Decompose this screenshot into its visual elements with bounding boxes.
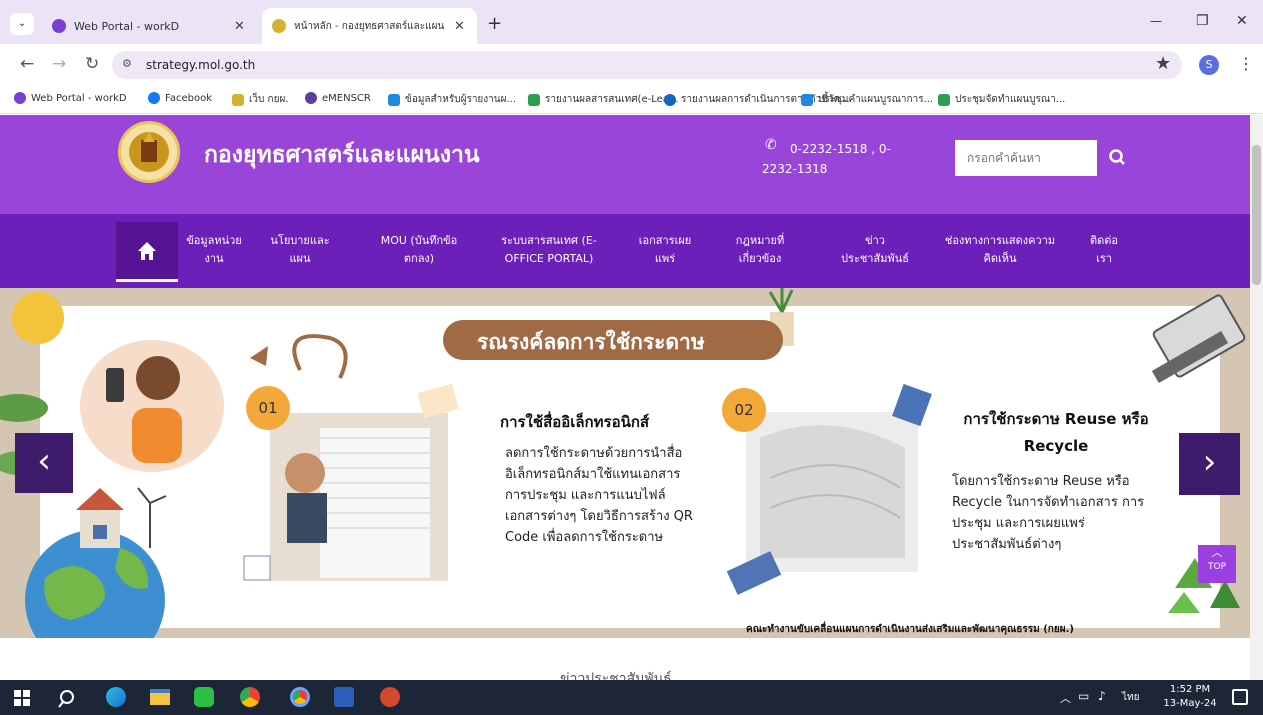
line-app-icon[interactable]: [194, 687, 214, 707]
home-button[interactable]: [116, 222, 178, 282]
bookmark-star-icon[interactable]: ★: [1155, 53, 1171, 74]
nav-item-laws[interactable]: กฎหมายที่ เกี่ยวข้อง: [722, 232, 798, 268]
bookmark-item[interactable]: Web Portal - workD: [14, 92, 127, 104]
slider-prev-button[interactable]: ‹: [15, 433, 73, 493]
phone-numbers: 0-2232-1518 , 0-2232-1318: [762, 142, 891, 176]
sheets-icon: [938, 93, 950, 106]
close-tab-icon[interactable]: ✕: [454, 19, 465, 34]
forward-arrow-icon[interactable]: →: [52, 54, 66, 74]
windows-taskbar: ︿ ▭ ♪ ไทย 1:52 PM 13-May-24: [0, 680, 1263, 715]
chrome-icon[interactable]: [240, 687, 260, 707]
browser-tab-strip: ⌄ Web Portal - workD ✕ หน้าหลัก - กองยุท…: [0, 0, 1263, 44]
volume-icon[interactable]: ♪: [1098, 689, 1106, 703]
lightbulb-icon: [12, 292, 64, 344]
search-icon: [1109, 149, 1125, 165]
windows-start-icon[interactable]: [14, 690, 30, 706]
curved-arrow-icon: [292, 334, 348, 379]
nav-item-news[interactable]: ข่าว ประชาสัมพันธ์: [828, 232, 922, 268]
emenscr-icon: [305, 92, 317, 104]
slider-next-button[interactable]: ›: [1179, 433, 1240, 495]
clock-time: 1:52 PM: [1169, 684, 1211, 695]
powerpoint-icon[interactable]: [380, 687, 400, 707]
item-description: โดยการใช้กระดาษ Reuse หรือ Recycle ในการ…: [952, 474, 1145, 552]
note-icon: [417, 383, 459, 419]
item-number-badge: 01: [246, 386, 290, 430]
input-language[interactable]: ไทย: [1122, 690, 1139, 705]
nav-item-e-office[interactable]: ระบบสารสนเทศ (E- OFFICE PORTAL): [488, 232, 610, 268]
top-label: TOP: [1207, 562, 1226, 572]
chevron-up-icon: ︿: [1211, 546, 1223, 559]
nav-item-publications[interactable]: เอกสารเผย แพร่: [628, 232, 702, 268]
bookmark-favicon-icon: [14, 92, 26, 104]
tab-title: หน้าหลัก - กองยุทธศาสตร์และแผนงาน: [294, 20, 444, 32]
bookmarks-bar: Web Portal - workD Facebook เว็บ กยผ. eM…: [0, 86, 1263, 114]
emblem-favicon-icon: [272, 19, 286, 33]
item-description: ลดการใช้กระดาษด้วยการนำสื่ออิเล็กทรอนิกส…: [505, 446, 693, 545]
hero-slider: รณรงค์ลดการใช้กระดาษ 01 การใช้สื่ออิเล็ก…: [0, 288, 1250, 638]
chrome-active-icon[interactable]: [290, 687, 310, 707]
tab-strategy-home[interactable]: หน้าหลัก - กองยุทธศาสตร์และแผนงาน ✕: [262, 8, 477, 44]
network-icon[interactable]: ▭: [1078, 689, 1089, 703]
edge-icon[interactable]: [106, 687, 126, 707]
profile-avatar[interactable]: S: [1199, 55, 1219, 75]
search-button[interactable]: [1097, 140, 1139, 176]
url-text: strategy.mol.go.th: [146, 58, 256, 72]
scrollbar-thumb[interactable]: [1252, 145, 1261, 285]
bookmark-item[interactable]: Facebook: [148, 92, 212, 104]
minimize-button[interactable]: —: [1150, 14, 1162, 28]
tab-title: Web Portal - workD: [74, 19, 180, 33]
new-tab-button[interactable]: +: [487, 13, 502, 34]
nav-item-mou[interactable]: MOU (บันทึกข้อ ตกลง): [370, 232, 468, 268]
leaf-icon: [0, 394, 48, 422]
reload-icon[interactable]: ↻: [85, 54, 99, 74]
drive-icon: [388, 93, 400, 106]
cloud-icon: [664, 93, 676, 106]
word-icon[interactable]: [334, 687, 354, 707]
bookmark-item[interactable]: รายงานผลสารสนเทศ(e-Lea...: [528, 92, 678, 107]
site-header: กองยุทธศาสตร์และแผนงาน ✆ 0-2232-1518 , 0…: [0, 115, 1250, 214]
tray-chevron-icon[interactable]: ︿: [1060, 690, 1071, 706]
bookmark-item[interactable]: เว็บ กยผ.: [232, 92, 289, 107]
bookmark-item[interactable]: ประชุมคำแผนบูรณาการ...: [801, 92, 933, 107]
site-info-icon[interactable]: ⚙: [122, 57, 132, 70]
file-explorer-icon[interactable]: [150, 689, 170, 705]
search-icon[interactable]: [58, 688, 78, 708]
site-title: กองยุทธศาสตร์และแผนงาน: [204, 142, 480, 168]
address-bar[interactable]: ⚙ strategy.mol.go.th: [112, 51, 1182, 79]
web-portal-favicon-icon: [52, 19, 66, 33]
nav-item-contact[interactable]: ติดต่อ เรา: [1082, 232, 1126, 268]
nav-item-policy-plan[interactable]: นโยบายและ แผน: [270, 232, 330, 268]
page-scrollbar[interactable]: [1250, 115, 1263, 680]
browser-menu-icon[interactable]: ⋮: [1238, 54, 1254, 73]
slide-footer-text: คณะทำงานขับเคลื่อนแผนการดำเนินงานส่งเสริ…: [746, 624, 1074, 635]
item-title: การใช้กระดาษ Reuse หรือ Recycle: [963, 410, 1149, 455]
facebook-icon: [148, 92, 160, 104]
tab-search-button[interactable]: ⌄: [10, 13, 34, 35]
back-to-top-button[interactable]: ︿ TOP: [1198, 545, 1236, 583]
bookmark-item[interactable]: ประชุมจัดทำแผนบูรณา...: [938, 92, 1065, 107]
nav-item-unit-info[interactable]: ข้อมูลหน่วย งาน: [178, 232, 250, 268]
clock-date: 13-May-24: [1163, 698, 1217, 709]
bookmark-item[interactable]: ข้อมูลสำหรับผู้รายงานผ...: [388, 92, 516, 107]
close-tab-icon[interactable]: ✕: [234, 19, 245, 34]
clock[interactable]: 1:52 PM 13-May-24: [1160, 683, 1220, 711]
home-icon: [138, 242, 156, 260]
site-logo[interactable]: [118, 121, 180, 183]
item-number-badge: 02: [722, 388, 766, 432]
slide-heading: รณรงค์ลดการใช้กระดาษ: [477, 330, 705, 354]
bookmark-item[interactable]: eMENSCR: [305, 92, 371, 104]
sheets-icon: [528, 93, 540, 106]
close-window-button[interactable]: ✕: [1236, 13, 1248, 29]
emblem-icon: [129, 132, 169, 172]
calendar-icon: [243, 555, 271, 581]
drive-icon: [801, 93, 813, 106]
nav-item-feedback[interactable]: ช่องทางการแสดงความ คิดเห็น: [930, 232, 1070, 268]
search-input[interactable]: [955, 140, 1097, 176]
tab-web-portal[interactable]: Web Portal - workD ✕: [42, 8, 257, 44]
restore-button[interactable]: ❐: [1196, 13, 1209, 29]
item-title: การใช้สื่ออิเล็กทรอนิกส์: [500, 413, 650, 431]
emblem-icon: [232, 93, 244, 106]
notifications-icon[interactable]: [1232, 689, 1248, 705]
back-arrow-icon[interactable]: ←: [20, 54, 34, 74]
